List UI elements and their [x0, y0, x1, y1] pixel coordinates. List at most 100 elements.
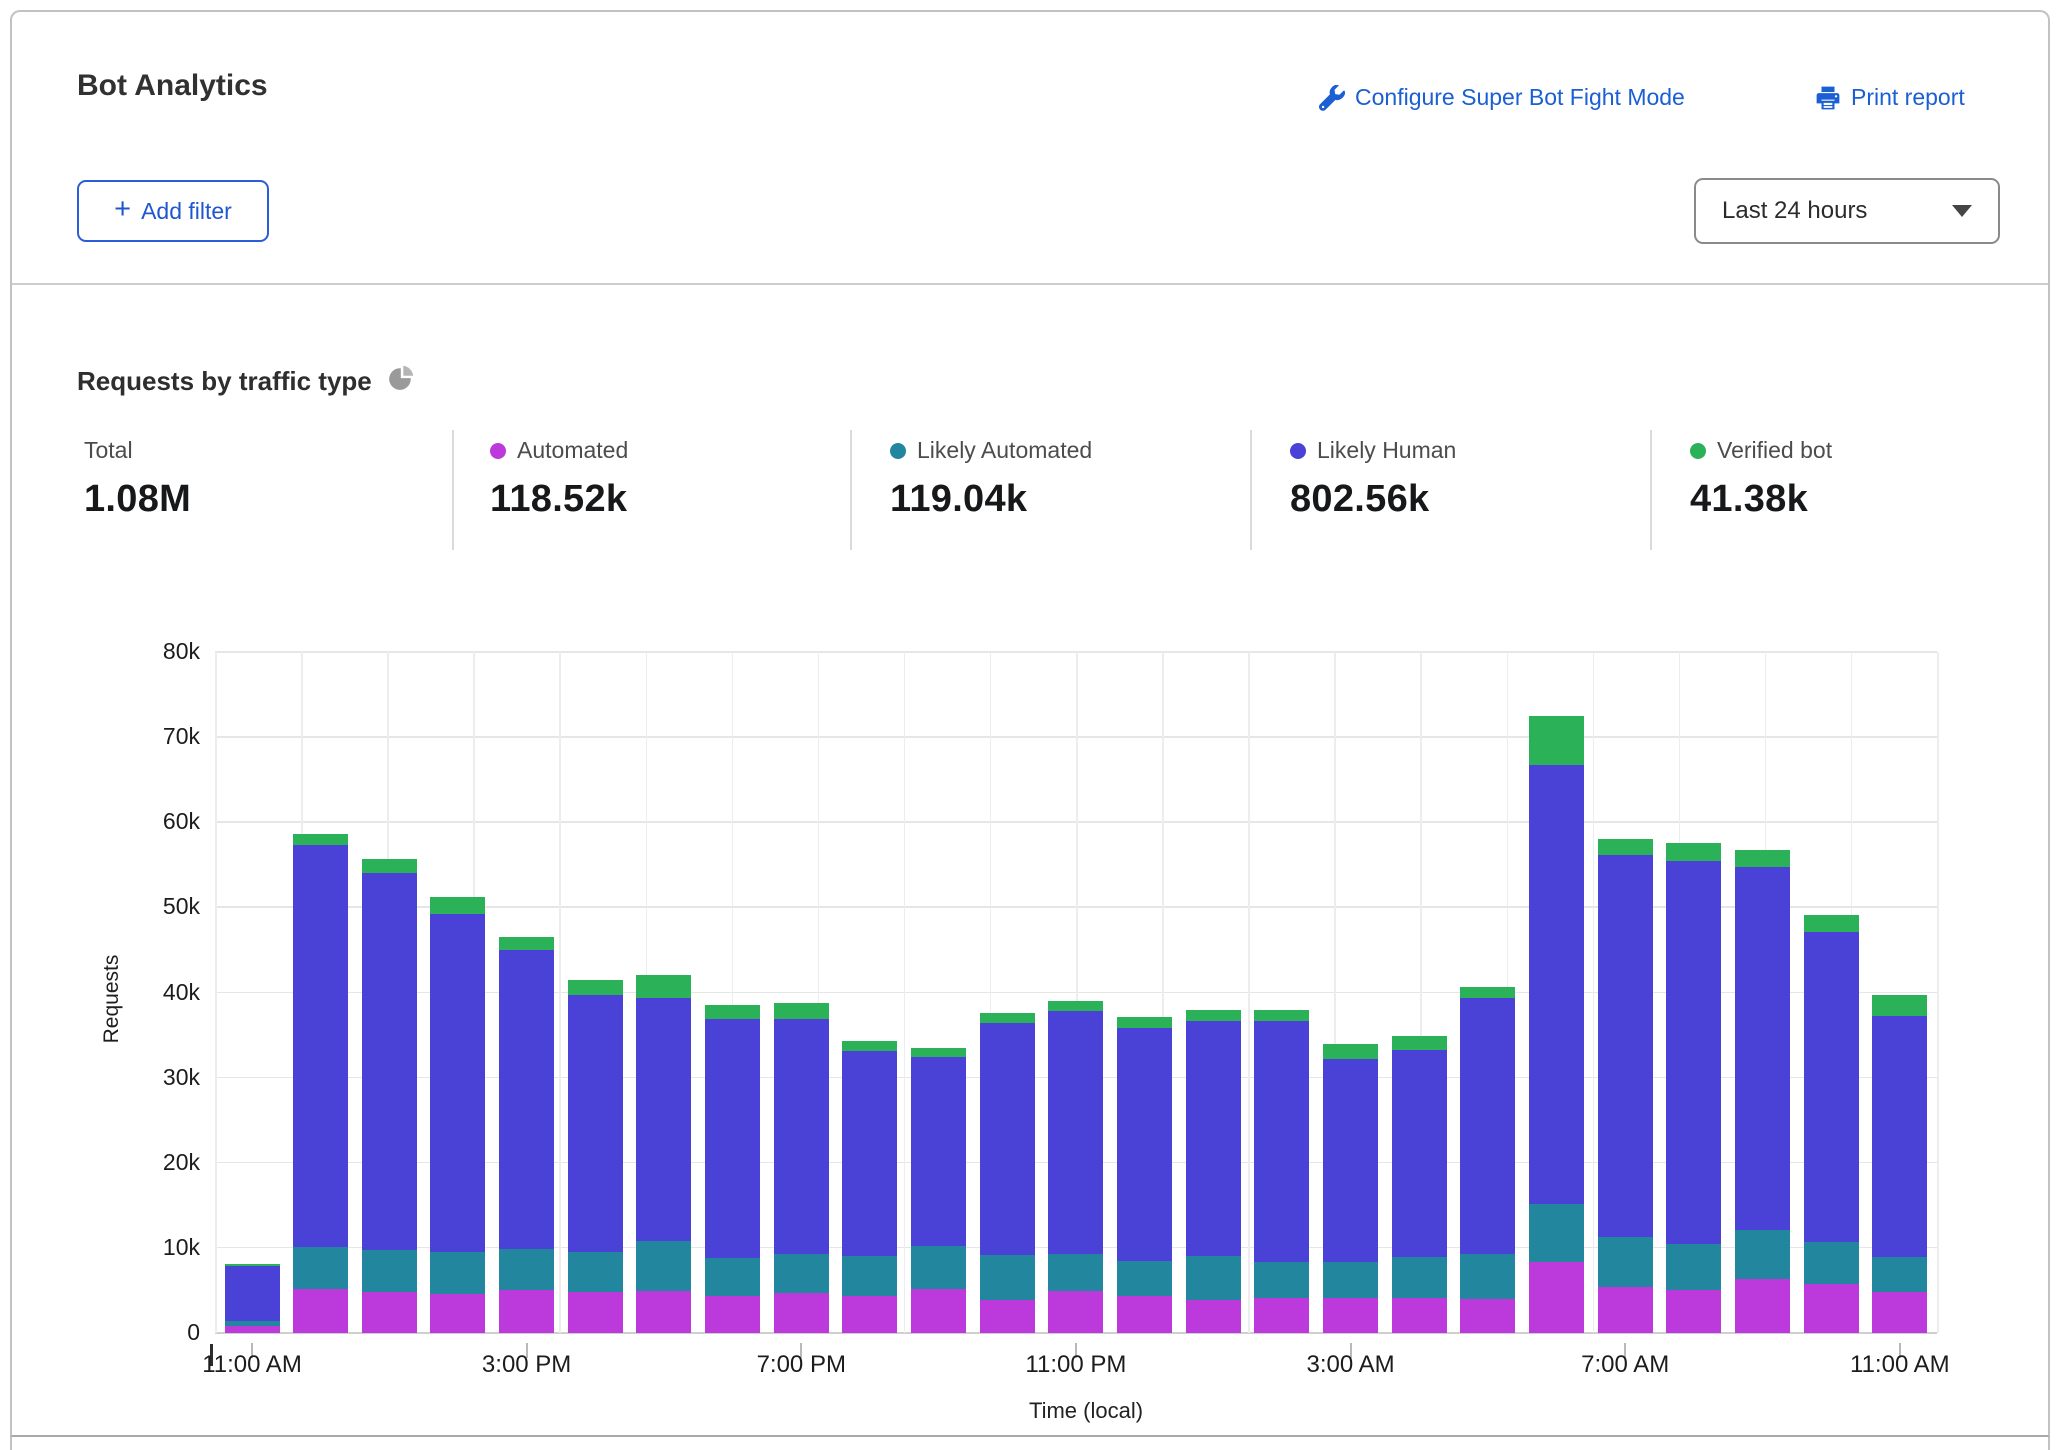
- bar-segment-verified-bot[interactable]: [636, 975, 691, 997]
- bar-segment-verified-bot[interactable]: [1598, 839, 1653, 855]
- bar-segment-automated[interactable]: [225, 1326, 280, 1333]
- bar-hour-23[interactable]: [1804, 652, 1859, 1333]
- bar-segment-likely-automated[interactable]: [1598, 1237, 1653, 1287]
- bar-segment-verified-bot[interactable]: [499, 937, 554, 950]
- bar-segment-verified-bot[interactable]: [1117, 1017, 1172, 1028]
- bar-hour-11[interactable]: [980, 652, 1035, 1333]
- bar-segment-likely-automated[interactable]: [1872, 1257, 1927, 1292]
- time-range-dropdown[interactable]: Last 24 hours: [1694, 178, 2000, 244]
- bar-segment-likely-automated[interactable]: [1666, 1244, 1721, 1291]
- bar-segment-likely-automated[interactable]: [1735, 1230, 1790, 1279]
- bar-hour-10[interactable]: [911, 652, 966, 1333]
- bar-segment-verified-bot[interactable]: [1460, 987, 1515, 998]
- bar-segment-likely-human[interactable]: [911, 1057, 966, 1246]
- bar-segment-likely-automated[interactable]: [980, 1255, 1035, 1300]
- bar-segment-likely-human[interactable]: [293, 845, 348, 1247]
- bar-segment-verified-bot[interactable]: [842, 1041, 897, 1051]
- bar-segment-automated[interactable]: [362, 1292, 417, 1333]
- bar-segment-likely-automated[interactable]: [1804, 1242, 1859, 1285]
- bar-segment-likely-human[interactable]: [568, 995, 623, 1252]
- bar-segment-likely-automated[interactable]: [842, 1256, 897, 1296]
- bar-segment-likely-automated[interactable]: [1117, 1261, 1172, 1296]
- bar-hour-6[interactable]: [636, 652, 691, 1333]
- bar-segment-likely-human[interactable]: [842, 1051, 897, 1256]
- bar-segment-likely-human[interactable]: [705, 1019, 760, 1258]
- bar-segment-automated[interactable]: [293, 1289, 348, 1333]
- print-report-link[interactable]: Print report: [1815, 84, 1965, 111]
- bar-segment-automated[interactable]: [1186, 1300, 1241, 1333]
- bar-segment-likely-automated[interactable]: [499, 1249, 554, 1290]
- bar-segment-verified-bot[interactable]: [1529, 716, 1584, 765]
- bar-hour-13[interactable]: [1117, 652, 1172, 1333]
- bar-segment-likely-automated[interactable]: [1254, 1262, 1309, 1299]
- bar-segment-automated[interactable]: [568, 1292, 623, 1333]
- bar-segment-automated[interactable]: [430, 1294, 485, 1333]
- bar-segment-automated[interactable]: [1872, 1292, 1927, 1333]
- bar-segment-verified-bot[interactable]: [362, 859, 417, 873]
- bar-segment-likely-automated[interactable]: [705, 1258, 760, 1296]
- bar-segment-verified-bot[interactable]: [1323, 1044, 1378, 1059]
- bar-segment-likely-human[interactable]: [430, 914, 485, 1252]
- bar-segment-likely-human[interactable]: [362, 873, 417, 1250]
- bar-segment-likely-automated[interactable]: [362, 1250, 417, 1292]
- bar-hour-19[interactable]: [1529, 652, 1584, 1333]
- bar-hour-4[interactable]: [499, 652, 554, 1333]
- bar-hour-22[interactable]: [1735, 652, 1790, 1333]
- bar-segment-automated[interactable]: [911, 1289, 966, 1333]
- bar-hour-14[interactable]: [1186, 652, 1241, 1333]
- bar-segment-automated[interactable]: [1804, 1284, 1859, 1333]
- bar-segment-likely-human[interactable]: [1735, 867, 1790, 1230]
- bar-segment-verified-bot[interactable]: [1804, 915, 1859, 932]
- stat-likely-automated[interactable]: Likely Automated119.04k: [890, 437, 1092, 521]
- bar-segment-verified-bot[interactable]: [1666, 843, 1721, 861]
- bar-segment-automated[interactable]: [1048, 1291, 1103, 1333]
- bar-segment-likely-automated[interactable]: [1323, 1262, 1378, 1298]
- bar-hour-17[interactable]: [1392, 652, 1447, 1333]
- bar-hour-9[interactable]: [842, 652, 897, 1333]
- bar-hour-24[interactable]: [1872, 652, 1927, 1333]
- bar-segment-automated[interactable]: [980, 1300, 1035, 1333]
- add-filter-button[interactable]: + Add filter: [77, 180, 269, 242]
- stat-likely-human[interactable]: Likely Human802.56k: [1290, 437, 1456, 521]
- bar-segment-verified-bot[interactable]: [225, 1264, 280, 1266]
- bar-segment-likely-human[interactable]: [225, 1266, 280, 1321]
- bar-segment-likely-automated[interactable]: [430, 1252, 485, 1294]
- bar-segment-likely-human[interactable]: [1186, 1021, 1241, 1256]
- bar-segment-likely-human[interactable]: [636, 998, 691, 1241]
- bar-segment-automated[interactable]: [636, 1291, 691, 1333]
- bar-hour-15[interactable]: [1254, 652, 1309, 1333]
- bar-segment-verified-bot[interactable]: [1735, 850, 1790, 867]
- bar-segment-verified-bot[interactable]: [1048, 1001, 1103, 1011]
- bar-segment-automated[interactable]: [1117, 1296, 1172, 1333]
- bar-segment-automated[interactable]: [774, 1293, 829, 1333]
- bar-segment-likely-human[interactable]: [499, 950, 554, 1249]
- bar-segment-automated[interactable]: [842, 1296, 897, 1333]
- bar-segment-automated[interactable]: [1254, 1298, 1309, 1333]
- bar-hour-5[interactable]: [568, 652, 623, 1333]
- stat-verified-bot[interactable]: Verified bot41.38k: [1690, 437, 1832, 521]
- bar-hour-7[interactable]: [705, 652, 760, 1333]
- bar-segment-likely-human[interactable]: [774, 1019, 829, 1254]
- bar-segment-verified-bot[interactable]: [568, 980, 623, 995]
- bar-segment-likely-human[interactable]: [1323, 1059, 1378, 1262]
- bar-hour-3[interactable]: [430, 652, 485, 1333]
- bar-segment-likely-automated[interactable]: [1186, 1256, 1241, 1300]
- bar-hour-16[interactable]: [1323, 652, 1378, 1333]
- bar-segment-likely-automated[interactable]: [636, 1241, 691, 1291]
- bar-segment-likely-automated[interactable]: [225, 1321, 280, 1326]
- bar-segment-automated[interactable]: [1392, 1298, 1447, 1333]
- bar-segment-likely-automated[interactable]: [568, 1252, 623, 1292]
- bar-segment-automated[interactable]: [705, 1296, 760, 1333]
- bar-segment-likely-human[interactable]: [1460, 998, 1515, 1254]
- bar-segment-automated[interactable]: [1735, 1279, 1790, 1333]
- bar-segment-likely-automated[interactable]: [1048, 1254, 1103, 1291]
- bar-hour-8[interactable]: [774, 652, 829, 1333]
- configure-super-bot-fight-mode-link[interactable]: Configure Super Bot Fight Mode: [1319, 84, 1685, 111]
- bar-segment-automated[interactable]: [1460, 1299, 1515, 1333]
- bar-segment-likely-automated[interactable]: [1529, 1204, 1584, 1263]
- bar-segment-verified-bot[interactable]: [1392, 1036, 1447, 1050]
- bar-segment-verified-bot[interactable]: [774, 1003, 829, 1019]
- bar-hour-20[interactable]: [1598, 652, 1653, 1333]
- bar-segment-likely-automated[interactable]: [1392, 1257, 1447, 1298]
- bar-hour-12[interactable]: [1048, 652, 1103, 1333]
